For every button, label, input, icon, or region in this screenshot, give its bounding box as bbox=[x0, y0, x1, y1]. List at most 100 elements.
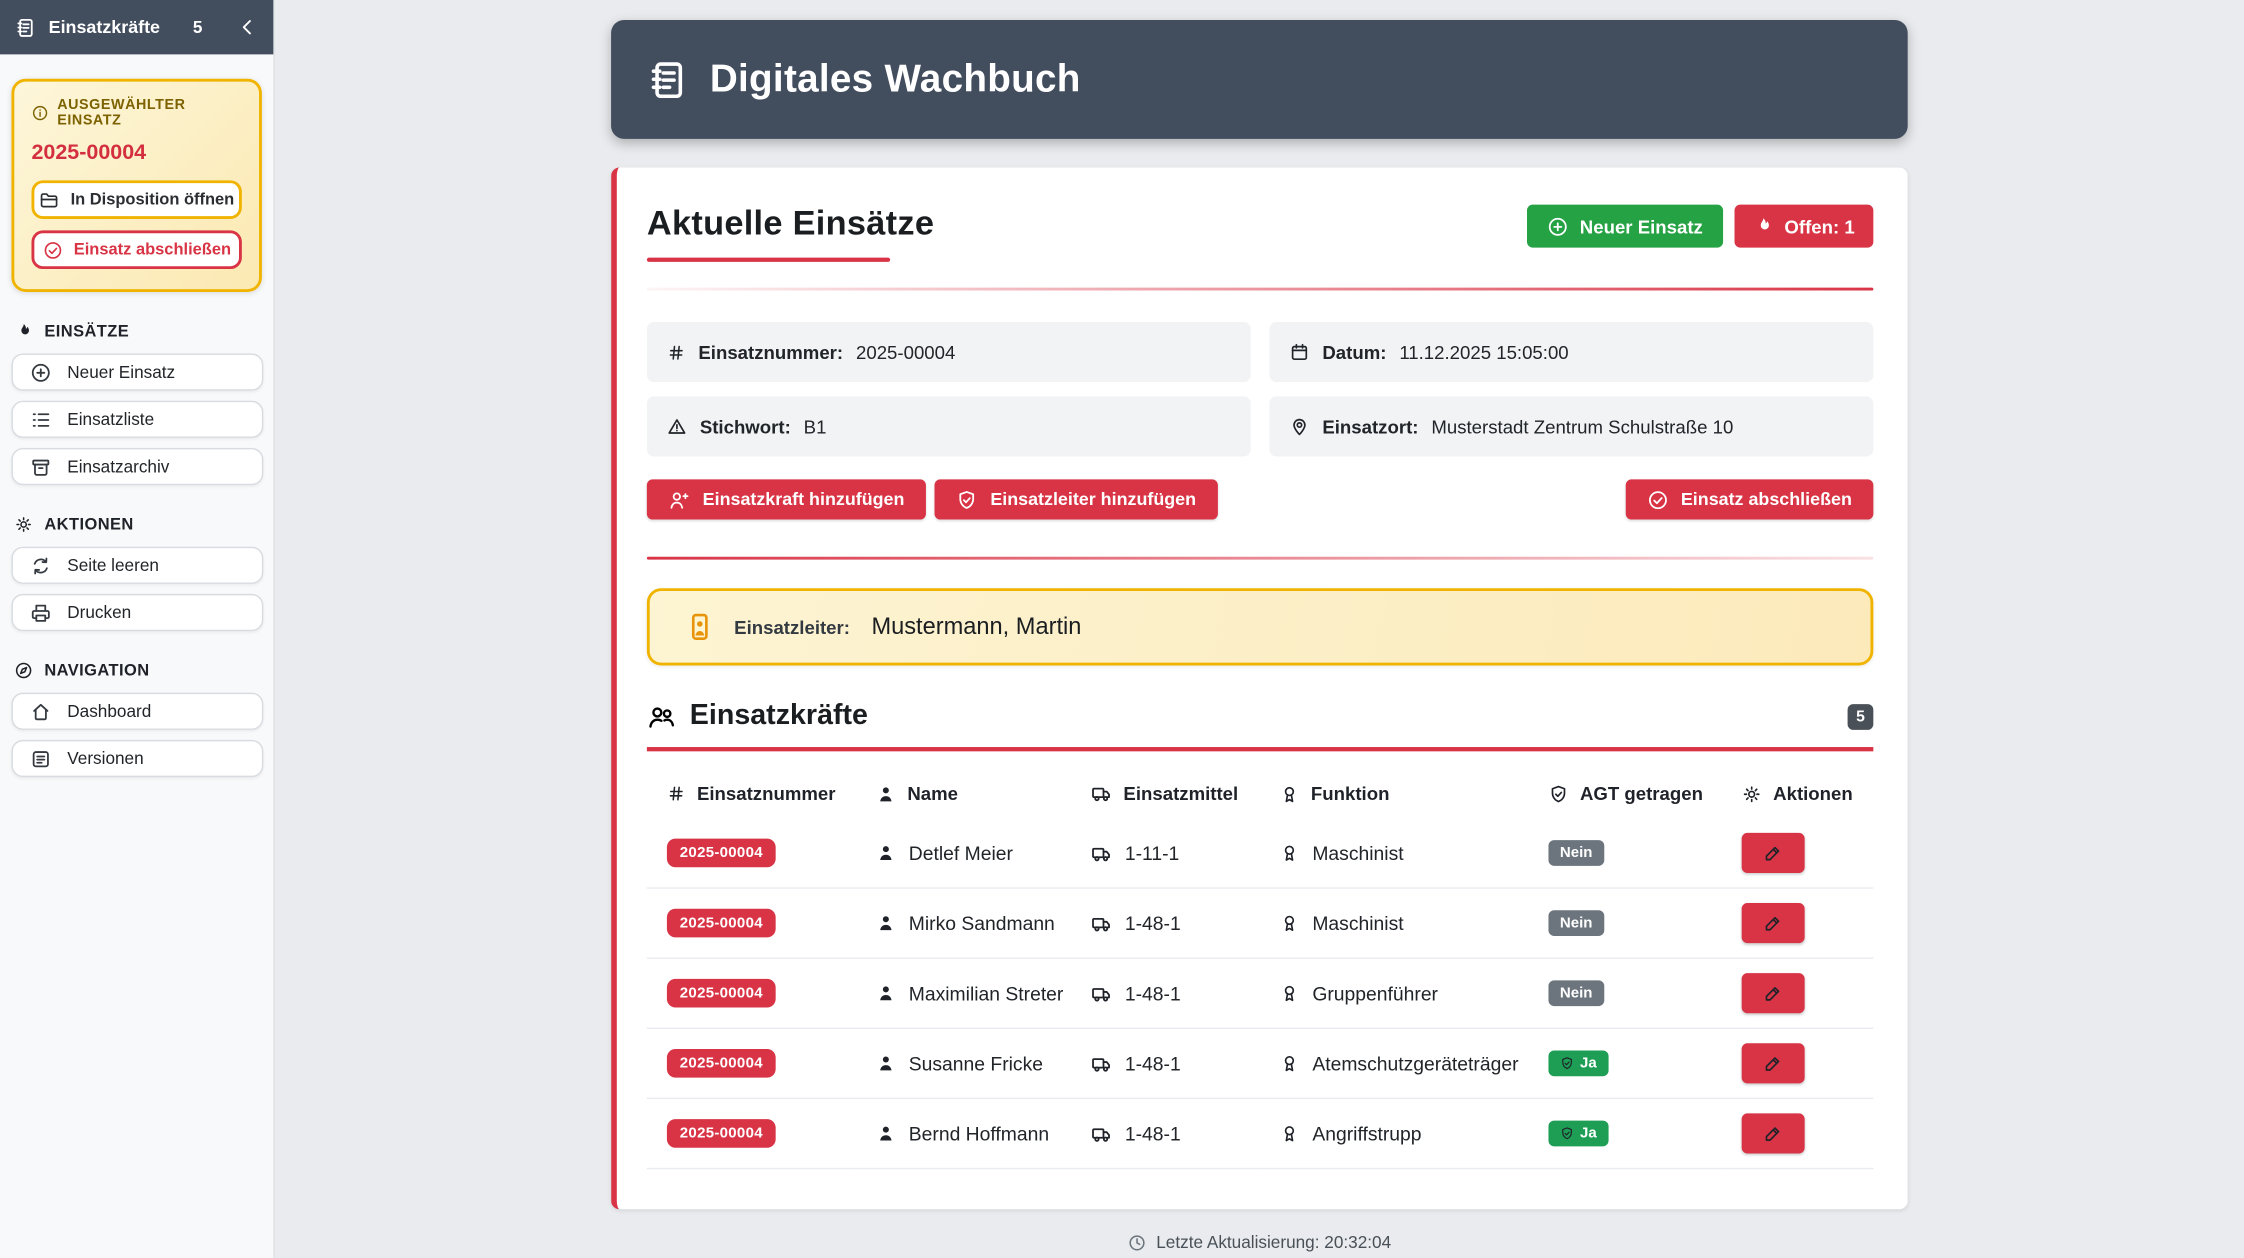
shield-check-icon bbox=[1560, 1056, 1574, 1070]
field-value: 2025-00004 bbox=[856, 341, 955, 362]
cell-funktion: Gruppenführer bbox=[1259, 959, 1528, 1029]
plus-circle-icon bbox=[1547, 215, 1568, 236]
field-label: Einsatzort: bbox=[1322, 416, 1418, 437]
cell-name: Bernd Hoffmann bbox=[856, 1099, 1071, 1169]
sidebar-title: Einsatzkräfte bbox=[49, 17, 160, 37]
map-pin-icon bbox=[1289, 416, 1309, 436]
page-title: Aktuelle Einsätze bbox=[647, 205, 934, 245]
edit-row-button[interactable] bbox=[1742, 903, 1805, 943]
agt-badge: Ja bbox=[1548, 1050, 1608, 1076]
neuer-einsatz-button[interactable]: Neuer Einsatz bbox=[1527, 205, 1723, 248]
field-label: Einsatznummer: bbox=[698, 341, 843, 362]
sidebar-item-label: Neuer Einsatz bbox=[67, 362, 175, 382]
edit-row-button[interactable] bbox=[1742, 1043, 1805, 1083]
cell-aktionen bbox=[1722, 889, 1874, 959]
agt-value: Nein bbox=[1560, 844, 1593, 861]
cell-funktion: Maschinist bbox=[1259, 819, 1528, 889]
edit-row-button[interactable] bbox=[1742, 973, 1805, 1013]
id-badge-icon bbox=[684, 611, 715, 642]
einsatzleiter-banner: Einsatzleiter: Mustermann, Martin bbox=[647, 588, 1873, 665]
name-value: Mirko Sandmann bbox=[909, 912, 1055, 933]
check-circle-icon bbox=[42, 240, 62, 260]
einsatzkraft-hinzufuegen-button[interactable]: Einsatzkraft hinzufügen bbox=[647, 479, 926, 519]
sidebar-item-dashboard[interactable]: Dashboard bbox=[11, 693, 263, 730]
sidebar-item-label: Versionen bbox=[67, 748, 143, 768]
sidebar-item-seite-leeren[interactable]: Seite leeren bbox=[11, 547, 263, 584]
cell-einsatznummer: 2025-00004 bbox=[647, 1029, 856, 1099]
sidebar-item-drucken[interactable]: Drucken bbox=[11, 594, 263, 631]
cell-einsatznummer: 2025-00004 bbox=[647, 959, 856, 1029]
table-body: 2025-00004 Detlef Meier 1-11-1 Maschinis… bbox=[647, 819, 1873, 1170]
sidebar-item-einsatzliste[interactable]: Einsatzliste bbox=[11, 401, 263, 438]
col-name: Name bbox=[856, 771, 1071, 818]
award-icon bbox=[1279, 843, 1299, 863]
einsatz-abschliessen-button[interactable]: Einsatz abschließen bbox=[1625, 479, 1873, 519]
offen-badge-label: Offen: 1 bbox=[1784, 215, 1854, 236]
close-einsatz-sidebar-button[interactable]: Einsatz abschließen bbox=[31, 230, 241, 269]
open-disposition-button[interactable]: In Disposition öffnen bbox=[31, 180, 241, 219]
close-einsatz-sidebar-label: Einsatz abschließen bbox=[74, 241, 231, 258]
section-navigation: NAVIGATION bbox=[14, 661, 259, 680]
button-label: Einsatzleiter hinzufügen bbox=[990, 489, 1196, 509]
person-icon bbox=[876, 913, 896, 933]
chevron-left-icon bbox=[236, 16, 259, 39]
sidebar-item-label: Drucken bbox=[67, 603, 131, 623]
truck-icon bbox=[1091, 1123, 1112, 1144]
collapse-sidebar-button[interactable] bbox=[236, 16, 259, 39]
app-header: Digitales Wachbuch bbox=[611, 20, 1908, 139]
red-rule bbox=[647, 747, 1873, 751]
name-value: Bernd Hoffmann bbox=[909, 1123, 1049, 1144]
edit-row-button[interactable] bbox=[1742, 1113, 1805, 1153]
field-label: Datum: bbox=[1322, 341, 1386, 362]
cell-einsatznummer: 2025-00004 bbox=[647, 889, 856, 959]
archive-icon bbox=[30, 456, 51, 477]
table-title: Einsatzkräfte bbox=[690, 700, 868, 733]
last-update-row: Letzte Aktualisierung: 20:32:04 bbox=[611, 1232, 1908, 1252]
sidebar-item-label: Dashboard bbox=[67, 701, 151, 721]
sidebar-item-einsatzarchiv[interactable]: Einsatzarchiv bbox=[11, 448, 263, 485]
table-header-row: Einsatznummer Name Einsatzmittel Funktio… bbox=[647, 771, 1873, 818]
selected-einsatz-header: AUSGEWÄHLTER EINSATZ bbox=[31, 97, 241, 128]
sidebar: Einsatzkräfte 5 AUSGEWÄHLTER EINSATZ 202… bbox=[0, 0, 275, 1258]
page-title-wrap: Aktuelle Einsätze bbox=[647, 205, 934, 262]
sidebar-count: 5 bbox=[193, 17, 203, 37]
truck-icon bbox=[1091, 783, 1112, 804]
shield-check-icon bbox=[1560, 1126, 1574, 1140]
einsatznummer-pill: 2025-00004 bbox=[667, 1049, 776, 1078]
truck-icon bbox=[1091, 842, 1112, 863]
field-stichwort: Stichwort: B1 bbox=[647, 396, 1251, 456]
cell-funktion: Angriffstrupp bbox=[1259, 1099, 1528, 1169]
cell-einsatzmittel: 1-11-1 bbox=[1070, 819, 1259, 889]
column-label: Einsatzmittel bbox=[1123, 783, 1238, 804]
button-label: Einsatz abschließen bbox=[1681, 489, 1852, 509]
award-icon bbox=[1279, 1053, 1299, 1073]
field-value: 11.12.2025 15:05:00 bbox=[1399, 341, 1568, 362]
shield-check-icon bbox=[956, 489, 977, 510]
refresh-icon bbox=[30, 555, 51, 576]
award-icon bbox=[1279, 1123, 1299, 1143]
name-value: Susanne Fricke bbox=[909, 1053, 1043, 1074]
funktion-value: Maschinist bbox=[1312, 912, 1403, 933]
journal-icon bbox=[14, 16, 35, 37]
edit-row-button[interactable] bbox=[1742, 833, 1805, 873]
info-icon bbox=[31, 104, 48, 121]
sidebar-item-neuer-einsatz[interactable]: Neuer Einsatz bbox=[11, 353, 263, 390]
name-value: Maximilian Streter bbox=[909, 982, 1064, 1003]
shield-check-icon bbox=[1548, 784, 1568, 804]
divider bbox=[647, 557, 1873, 560]
person-icon bbox=[876, 1123, 896, 1143]
agt-value: Ja bbox=[1580, 1125, 1597, 1142]
sidebar-item-versionen[interactable]: Versionen bbox=[11, 740, 263, 777]
cell-agt: Nein bbox=[1528, 819, 1721, 889]
einsatzmittel-value: 1-48-1 bbox=[1125, 1123, 1181, 1144]
einsatzmittel-value: 1-11-1 bbox=[1125, 842, 1179, 863]
cell-funktion: Maschinist bbox=[1259, 889, 1528, 959]
hash-icon bbox=[667, 784, 686, 803]
einsatzleiter-hinzufuegen-button[interactable]: Einsatzleiter hinzufügen bbox=[934, 479, 1217, 519]
award-icon bbox=[1279, 913, 1299, 933]
offen-badge[interactable]: Offen: 1 bbox=[1734, 205, 1873, 248]
cell-aktionen bbox=[1722, 1029, 1874, 1099]
home-icon bbox=[30, 701, 51, 722]
check-circle-icon bbox=[1647, 489, 1668, 510]
table-count-badge: 5 bbox=[1848, 703, 1874, 729]
